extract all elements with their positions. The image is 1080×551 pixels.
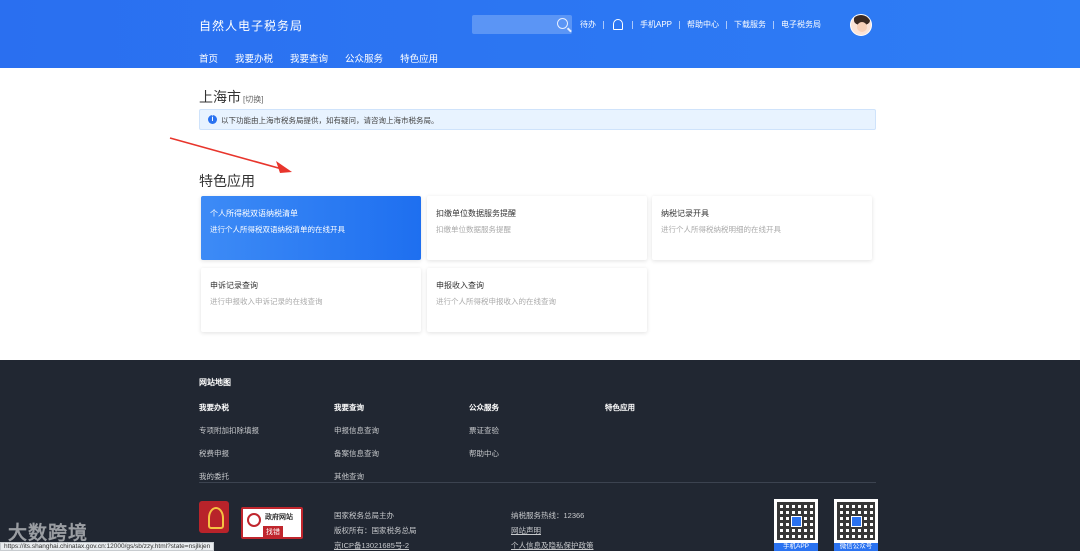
city-switch-link[interactable]: [切换] xyxy=(243,95,263,104)
footer-link[interactable]: 备案信息查询 xyxy=(334,448,379,459)
footer-col-tax-filing: 我要办税 专项附加扣除填报 税费申报 我的委托 xyxy=(199,402,259,494)
footer-link[interactable]: 申报信息查询 xyxy=(334,425,379,436)
footer-col-head[interactable]: 我要办税 xyxy=(199,402,259,413)
card-appeal-query[interactable]: 申诉记录查询 进行申报收入申诉记录的在线查询 xyxy=(201,268,421,332)
qr-label-wechat: 微信公众号 xyxy=(834,543,878,551)
card-desc: 扣缴单位数据服务提醒 xyxy=(436,225,511,234)
footer-link[interactable]: 税费申报 xyxy=(199,448,259,459)
search-box[interactable] xyxy=(472,15,572,34)
footer-col-query: 我要查询 申报信息查询 备案信息查询 其他查询 xyxy=(334,402,379,494)
city-title: 上海市 [切换] xyxy=(199,87,263,107)
red-arrow-annotation xyxy=(169,137,292,173)
privacy-policy-link[interactable]: 个人信息及隐私保护政策 xyxy=(511,538,594,551)
card-desc: 进行申报收入申诉记录的在线查询 xyxy=(210,297,323,306)
qr-center-logo xyxy=(791,516,802,527)
card-income-query[interactable]: 申报收入查询 进行个人所得税申报收入的在线查询 xyxy=(427,268,647,332)
site-footer: 网站地图 我要办税 专项附加扣除填报 税费申报 我的委托 我要查询 申报信息查询… xyxy=(0,360,1080,551)
card-desc: 进行个人所得税申报收入的在线查询 xyxy=(436,297,556,306)
footer-info-left: 国家税务总局主办 版权所有：国家税务总局 京ICP备13021685号-2 xyxy=(334,508,417,551)
card-title: 扣缴单位数据服务提醒 xyxy=(436,209,516,218)
footer-link[interactable]: 我的委托 xyxy=(199,471,259,482)
qr-center-logo xyxy=(851,516,862,527)
hotline-text: 纳税服务热线：12366 xyxy=(511,511,585,520)
divider xyxy=(632,20,633,29)
copyright-text: 版权所有：国家税务总局 xyxy=(334,526,417,535)
link-help-center[interactable]: 帮助中心 xyxy=(687,19,719,30)
top-header: 自然人电子税务局 待办 手机APP 帮助中心 下载服务 电子税务局 首页 我要办… xyxy=(0,0,1080,70)
sponsor-text: 国家税务总局主办 xyxy=(334,511,394,520)
footer-info-right: 纳税服务热线：12366 网站声明 个人信息及隐私保护政策 xyxy=(511,508,594,551)
footer-col-head[interactable]: 特色应用 xyxy=(605,402,635,413)
icp-link[interactable]: 京ICP备13021685号-2 xyxy=(334,538,417,551)
link-download[interactable]: 下载服务 xyxy=(734,19,766,30)
card-withholding-reminder[interactable]: 扣缴单位数据服务提醒 扣缴单位数据服务提醒 xyxy=(427,196,647,260)
footer-col-head[interactable]: 我要查询 xyxy=(334,402,379,413)
watermark-text: 大数跨境 xyxy=(8,523,89,544)
qr-label-app: 手机APP xyxy=(774,543,818,551)
divider xyxy=(679,20,681,29)
divider xyxy=(773,20,775,29)
party-emblem-logo[interactable] xyxy=(199,501,229,533)
info-notice: i 以下功能由上海市税务局提供，如有疑问，请咨询上海市税务局。 xyxy=(199,109,876,130)
sitemap-title: 网站地图 xyxy=(199,378,231,387)
city-name: 上海市 xyxy=(199,89,241,105)
footer-col-head[interactable]: 公众服务 xyxy=(469,402,499,413)
footer-col-special-apps: 特色应用 xyxy=(605,402,635,425)
notice-text: 以下功能由上海市税务局提供，如有疑问，请咨询上海市税务局。 xyxy=(221,116,439,125)
top-links: 待办 手机APP 帮助中心 下载服务 电子税务局 xyxy=(580,19,821,30)
footer-link[interactable]: 专项附加扣除填报 xyxy=(199,425,259,436)
footer-divider xyxy=(199,482,876,483)
card-bilingual-tax-list[interactable]: 个人所得税双语纳税清单 进行个人所得税双语纳税清单的在线开具 xyxy=(201,196,421,260)
footer-link[interactable]: 票证查验 xyxy=(469,425,499,436)
card-desc: 进行个人所得税双语纳税清单的在线开具 xyxy=(210,225,345,234)
card-title: 纳税记录开具 xyxy=(661,209,709,218)
footer-link[interactable]: 帮助中心 xyxy=(469,448,499,459)
card-desc: 进行个人所得税纳税明细的在线开具 xyxy=(661,225,781,234)
gov-badge-line1: 政府网站 xyxy=(265,514,293,521)
link-todo[interactable]: 待办 xyxy=(580,19,596,30)
gov-site-error-badge[interactable]: 政府网站 找错 xyxy=(241,507,303,539)
footer-link[interactable]: 其他查询 xyxy=(334,471,379,482)
link-e-tax-bureau[interactable]: 电子税务局 xyxy=(781,19,821,30)
main-content: 上海市 [切换] i 以下功能由上海市税务局提供，如有疑问，请咨询上海市税务局。 … xyxy=(0,68,1080,360)
card-title: 申报收入查询 xyxy=(436,281,484,290)
info-icon: i xyxy=(208,115,217,124)
user-avatar[interactable] xyxy=(850,14,872,36)
magnifier-icon xyxy=(247,513,261,527)
search-icon[interactable] xyxy=(557,18,568,29)
wechat-qr-code xyxy=(834,499,878,543)
section-title: 特色应用 xyxy=(199,173,255,189)
divider xyxy=(726,20,728,29)
site-statement-link[interactable]: 网站声明 xyxy=(511,523,594,538)
app-qr-code xyxy=(774,499,818,543)
footer-col-public-service: 公众服务 票证查验 帮助中心 xyxy=(469,402,499,471)
link-mobile-app[interactable]: 手机APP xyxy=(640,19,672,30)
divider xyxy=(603,20,604,29)
site-brand[interactable]: 自然人电子税务局 xyxy=(199,17,303,34)
status-bar-url: https://its.shanghai.chinatax.gov.cn:120… xyxy=(0,542,215,551)
card-title: 申诉记录查询 xyxy=(210,281,258,290)
card-tax-record[interactable]: 纳税记录开具 进行个人所得税纳税明细的在线开具 xyxy=(652,196,872,260)
bell-icon[interactable] xyxy=(613,19,623,30)
gov-badge-line2: 找错 xyxy=(263,526,283,538)
card-title: 个人所得税双语纳税清单 xyxy=(210,209,298,218)
